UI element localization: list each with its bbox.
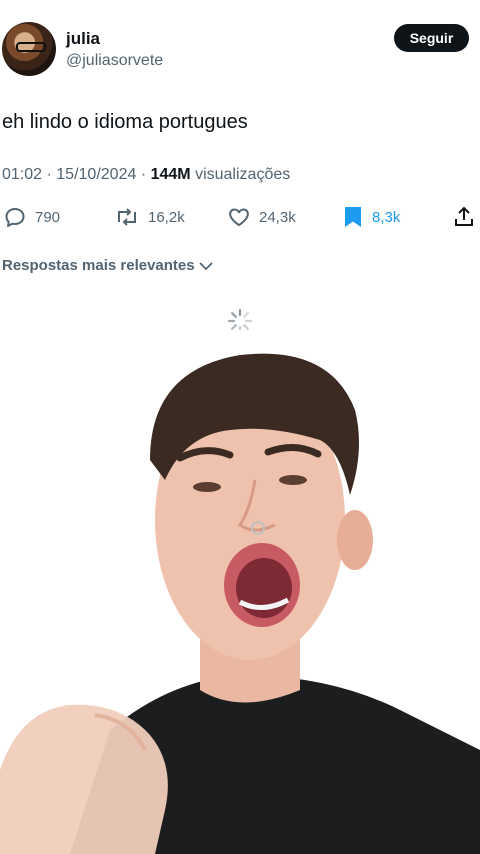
- video-person-illustration: [0, 330, 480, 854]
- avatar-glasses: [16, 42, 46, 52]
- views-label: visualizações: [195, 166, 291, 183]
- video-frame[interactable]: [0, 330, 480, 854]
- reply-button[interactable]: 790: [3, 200, 60, 234]
- replies-sort-label: Respostas mais relevantes: [2, 257, 195, 274]
- heart-icon: [229, 208, 249, 226]
- tweet-time[interactable]: 01:02: [2, 166, 42, 183]
- like-count: 24,3k: [259, 208, 296, 226]
- tweet-header: julia @juliasorvete Seguir: [0, 0, 480, 90]
- follow-button[interactable]: Seguir: [394, 24, 469, 52]
- author-name[interactable]: julia: [66, 29, 100, 49]
- chevron-down-icon: [198, 261, 213, 270]
- tweet-text: eh lindo o idioma portugues: [2, 111, 248, 133]
- replies-sort-dropdown[interactable]: Respostas mais relevantes: [2, 257, 213, 274]
- reply-count: 790: [35, 208, 61, 226]
- reply-icon: [5, 208, 25, 227]
- bookmark-icon: [345, 207, 361, 227]
- action-bar: 790 16,2k 24,3k 8,3k: [0, 200, 480, 234]
- tweet-date[interactable]: 15/10/2024: [56, 166, 136, 183]
- retweet-icon: [118, 208, 136, 226]
- share-icon: [455, 206, 473, 226]
- retweet-count: 16,2k: [148, 208, 185, 226]
- retweet-button[interactable]: 16,2k: [114, 200, 185, 234]
- like-button[interactable]: 24,3k: [227, 200, 296, 234]
- tweet-meta: 01:02 · 15/10/2024 · 144M visualizações: [2, 166, 290, 184]
- author-handle[interactable]: @juliasorvete: [66, 52, 163, 70]
- bookmark-count: 8,3k: [372, 208, 401, 226]
- meta-separator: ·: [46, 166, 57, 183]
- view-count: 144M: [150, 166, 191, 183]
- avatar[interactable]: [2, 22, 56, 76]
- share-button[interactable]: [452, 200, 476, 234]
- bookmark-button[interactable]: 8,3k: [342, 200, 400, 234]
- meta-separator: ·: [140, 166, 151, 183]
